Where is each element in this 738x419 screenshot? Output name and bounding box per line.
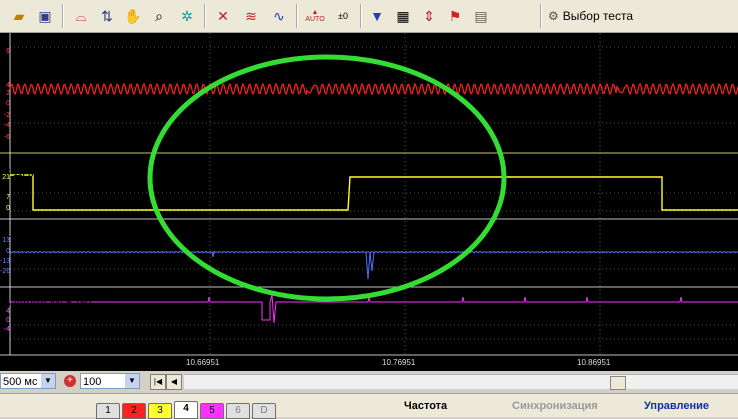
ch4-ytick: -26 bbox=[0, 268, 11, 275]
ch3-ytick: 21 bbox=[2, 174, 10, 181]
zoom-icon[interactable]: ⌕ bbox=[148, 5, 170, 27]
filter-icon[interactable]: ∿ bbox=[268, 5, 290, 27]
control-bar: 500 мс ▼ + 100 ▼ |◀ ◀ bbox=[0, 372, 738, 393]
open-folder-icon[interactable]: ▰ bbox=[8, 5, 30, 27]
gear-icon: ⚙ bbox=[548, 9, 559, 23]
ch2-ytick: 6 bbox=[6, 48, 10, 55]
toolbar-separator bbox=[296, 4, 298, 28]
timebase-value: 500 мс bbox=[3, 376, 38, 388]
split-icon[interactable]: ⇕ bbox=[418, 5, 440, 27]
test-select-button[interactable]: ⚙ Выбор теста bbox=[548, 5, 680, 27]
notes-icon[interactable]: ▤ bbox=[470, 5, 492, 27]
tab-control[interactable]: Управление bbox=[644, 400, 709, 412]
chevron-down-icon[interactable]: ▼ bbox=[41, 374, 55, 388]
test-select-label: Выбор теста bbox=[562, 9, 634, 23]
toolbar-separator bbox=[204, 4, 206, 28]
highlight-ellipse bbox=[147, 54, 507, 302]
go-start-button[interactable]: |◀ bbox=[150, 374, 166, 390]
offset-icon[interactable]: ±0 bbox=[332, 5, 354, 27]
zoom-value: 100 bbox=[83, 376, 102, 388]
toolbar-separator bbox=[540, 4, 542, 28]
x-tick-label: 10.86951 bbox=[577, 358, 611, 367]
channel-5-label: 5 канал № 5 (В) bbox=[4, 296, 93, 310]
oscilloscope-display[interactable]: 2 канал № 2 (В) 3 ДПКВ Холла 12В (В) 4 к… bbox=[0, 33, 738, 371]
ch5-ytick: 0 bbox=[6, 317, 10, 324]
scrollbar-thumb[interactable] bbox=[610, 376, 626, 390]
ch4-ytick: -13 bbox=[0, 258, 11, 265]
zoom-select[interactable]: 100 ▼ bbox=[80, 373, 140, 389]
auto-label: AUTO bbox=[305, 16, 325, 23]
ch2-ytick: 0 bbox=[6, 100, 10, 107]
x-tick-label: 10.76951 bbox=[382, 358, 416, 367]
ch2-ytick: -6 bbox=[3, 134, 10, 141]
channel-tab-4[interactable]: 4 bbox=[174, 401, 198, 419]
channel-tab-3[interactable]: 3 bbox=[148, 403, 172, 419]
overlay-icon[interactable]: ≋ bbox=[240, 5, 262, 27]
ch4-ytick: 13 bbox=[2, 237, 10, 244]
timebase-select[interactable]: 500 мс ▼ bbox=[0, 373, 56, 389]
scroll-left-button[interactable]: ◀ bbox=[166, 374, 182, 390]
chevron-down-icon[interactable]: ▼ bbox=[125, 374, 139, 388]
tab-frequency[interactable]: Частота bbox=[404, 400, 447, 412]
save-icon[interactable]: ▣ bbox=[34, 5, 56, 27]
channel-2-label: 2 канал № 2 (В) bbox=[16, 49, 105, 63]
ch4-ytick: 0 bbox=[6, 248, 10, 255]
channel-tab-1[interactable]: 1 bbox=[96, 403, 120, 419]
channel-tab-5[interactable]: 5 bbox=[200, 403, 224, 419]
hand-icon[interactable]: ✋ bbox=[122, 5, 144, 27]
horizontal-scrollbar[interactable] bbox=[184, 374, 738, 390]
grid bbox=[10, 33, 738, 355]
toolbar: ▰ ▣ ⌓ ⇅ ✋ ⌕ ✲ ✕ ≋ ∿ ▲ AUTO ±0 ▼ ▦ ⇕ ⚑ ▤ ⚙… bbox=[0, 0, 738, 33]
auto-icon[interactable]: ▲ AUTO bbox=[304, 5, 326, 27]
channel-4-trace bbox=[9, 250, 738, 280]
channel-separators bbox=[0, 33, 738, 356]
zoom-in-icon[interactable]: + bbox=[64, 375, 76, 387]
channel-4-label: 4 канал № 4 (В) bbox=[4, 228, 93, 242]
trigger-icon[interactable]: ⌓ bbox=[70, 5, 92, 27]
ch2-ytick: 2 bbox=[6, 90, 10, 97]
toolbar-separator bbox=[62, 4, 64, 28]
channel-tab-2[interactable]: 2 bbox=[122, 403, 146, 419]
waves-icon[interactable]: ✕ bbox=[212, 5, 234, 27]
channel-2-trace bbox=[9, 82, 738, 96]
flag-icon[interactable]: ⚑ bbox=[444, 5, 466, 27]
channel-tab-6[interactable]: 6 bbox=[226, 403, 250, 419]
ch5-ytick: -4 bbox=[3, 326, 10, 333]
ch2-ytick: -2 bbox=[3, 112, 10, 119]
probe-icon[interactable]: ✲ bbox=[176, 5, 198, 27]
tab-sync[interactable]: Синхронизация bbox=[512, 400, 598, 412]
scope-canvas bbox=[0, 33, 738, 356]
offset-label: 0 bbox=[342, 11, 348, 21]
bottom-panel: 1 2 3 4 5 6 D Частота Синхронизация Упра… bbox=[0, 393, 738, 419]
ch5-ytick: 4 bbox=[6, 308, 10, 315]
ch2-ytick: -4 bbox=[3, 122, 10, 129]
channel-3-label: 3 ДПКВ Холла 12В (В) bbox=[4, 165, 129, 179]
cursor-icon[interactable]: ⇅ bbox=[96, 5, 118, 27]
ch2-ytick: 4 bbox=[6, 82, 10, 89]
ch3-ytick: 0 bbox=[6, 205, 10, 212]
x-tick-label: 10.66951 bbox=[186, 358, 220, 367]
channel-tab-digital[interactable]: D bbox=[252, 403, 276, 419]
toolbar-separator bbox=[360, 4, 362, 28]
ch3-ytick: 7 bbox=[6, 194, 10, 201]
channel-filter-icon[interactable]: ▼ bbox=[366, 5, 388, 27]
channel-5-trace bbox=[10, 294, 738, 324]
grid-icon[interactable]: ▦ bbox=[392, 5, 414, 27]
